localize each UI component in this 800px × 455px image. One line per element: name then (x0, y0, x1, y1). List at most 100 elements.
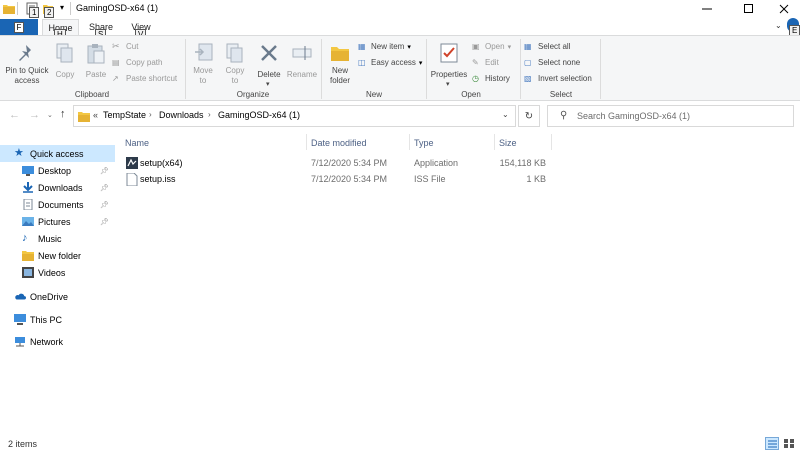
sidebar-item-pictures[interactable]: Pictures 📌︎ (0, 213, 115, 230)
cut-label: Cut (126, 42, 139, 51)
minimize-button[interactable] (691, 0, 723, 18)
sidebar-item-desktop[interactable]: Desktop 📌︎ (0, 162, 115, 179)
pin-icon[interactable]: 📌︎ (100, 218, 109, 226)
select-group-label: Select (549, 90, 573, 99)
large-icons-view-button[interactable] (782, 437, 796, 450)
pictures-icon (22, 217, 34, 226)
invert-selection-button[interactable]: ▧ Invert selection (524, 72, 600, 85)
delete-button[interactable]: Delete ▾ (252, 40, 286, 88)
column-header-type[interactable]: Type (414, 138, 434, 148)
table-row[interactable]: setup.iss 7/12/2020 5:34 PM ISS File 1 K… (120, 172, 552, 188)
file-size: 1 KB (526, 174, 546, 184)
easy-access-button[interactable]: ◫ Easy access ▾ (358, 56, 424, 69)
pin-icon[interactable]: 📌︎ (100, 184, 109, 192)
quick-access-toolbar-dropdown-icon[interactable]: ▾ (60, 3, 64, 12)
sidebar-item-label: OneDrive (30, 291, 69, 302)
properties-dropdown-chevron-icon[interactable]: ▾ (446, 80, 450, 88)
new-folder-label-2: folder (329, 76, 350, 85)
breadcrumb-current-folder[interactable]: GamingOSD-x64 (1) (218, 110, 300, 120)
new-folder-button[interactable]: New folder (324, 40, 356, 88)
folder-icon (22, 251, 34, 261)
easy-access-icon: ◫ (358, 58, 366, 67)
table-row[interactable]: setup(x64) 7/12/2020 5:34 PM Application… (120, 156, 552, 172)
pin-icon[interactable]: 📌︎ (100, 201, 109, 209)
sidebar-item-downloads[interactable]: Downloads 📌︎ (0, 179, 115, 196)
select-none-button[interactable]: ▢ Select none (524, 56, 600, 69)
open-button[interactable]: ▣ Open ▾ (472, 40, 522, 53)
sidebar-item-onedrive[interactable]: OneDrive (0, 288, 115, 305)
music-icon: ♪ (22, 232, 28, 244)
sidebar-item-new-folder[interactable]: New folder (0, 247, 115, 264)
sidebar-item-documents[interactable]: Documents 📌︎ (0, 196, 115, 213)
tab-file[interactable]: F (0, 19, 38, 35)
copy-to-button[interactable]: Copy to (220, 40, 250, 88)
sidebar-item-quick-access[interactable]: ★ Quick access (0, 145, 115, 162)
back-arrow-icon[interactable]: ← (9, 109, 20, 121)
minimize-icon (702, 8, 712, 10)
column-header-date-modified[interactable]: Date modified (311, 138, 367, 148)
breadcrumb-tempstate[interactable]: TempState (103, 110, 146, 120)
new-group-label: New (365, 90, 382, 99)
recent-locations-chevron-icon[interactable]: ⌄ (47, 111, 53, 119)
column-header-size[interactable]: Size (499, 138, 517, 148)
keytip-file: F (13, 21, 25, 33)
network-icon (15, 337, 25, 347)
delete-label: Delete (257, 70, 281, 79)
sidebar-item-label: Documents (38, 199, 84, 210)
address-history-chevron-icon[interactable]: ⌄ (502, 110, 509, 119)
select-all-button[interactable]: ▦ Select all (524, 40, 600, 53)
column-divider[interactable] (306, 134, 307, 150)
move-to-button[interactable]: Move to (188, 40, 218, 88)
pin-icon[interactable]: 📌︎ (100, 167, 109, 175)
forward-arrow-icon[interactable]: → (29, 109, 40, 121)
pin-to-quick-access-label-2: access (14, 76, 40, 85)
properties-button[interactable]: Properties ▾ (428, 40, 470, 88)
sidebar-item-this-pc[interactable]: This PC (0, 311, 115, 328)
paste-button[interactable]: Paste (82, 40, 110, 88)
paste-icon (87, 44, 105, 64)
search-box[interactable]: ⚲ Search GamingOSD-x64 (1) (547, 105, 794, 127)
move-to-label-2: to (199, 76, 207, 85)
rename-button[interactable]: Rename (286, 40, 318, 88)
paste-shortcut-icon: ↗ (112, 74, 119, 83)
address-bar[interactable]: « TempState › Downloads › GamingOSD-x64 … (73, 105, 516, 127)
open-dropdown-chevron-icon: ▾ (507, 43, 512, 51)
item-count: 2 items (8, 439, 38, 449)
column-divider[interactable] (551, 134, 552, 150)
copy-button[interactable]: Copy (52, 40, 78, 88)
sidebar-item-music[interactable]: ♪ Music (0, 230, 115, 247)
cut-button[interactable]: ✂ Cut (112, 40, 182, 53)
easy-access-label: Easy access (371, 58, 416, 67)
column-divider[interactable] (494, 134, 495, 150)
breadcrumb-separator-icon[interactable]: › (149, 110, 152, 119)
delete-dropdown-chevron-icon[interactable]: ▾ (266, 80, 270, 88)
column-header-name[interactable]: Name (125, 138, 149, 148)
breadcrumb-downloads[interactable]: Downloads (159, 110, 204, 120)
copy-path-button[interactable]: ▤ Copy path (112, 56, 182, 69)
column-divider[interactable] (409, 134, 410, 150)
rename-label: Rename (286, 70, 318, 79)
copy-label: Copy (55, 70, 75, 79)
new-item-button[interactable]: ▦ New item ▾ (358, 40, 424, 53)
breadcrumb-separator-icon[interactable]: › (208, 110, 211, 119)
pin-to-quick-access-button[interactable]: Pin to Quick access (2, 40, 50, 88)
details-view-button[interactable] (765, 437, 779, 450)
paste-shortcut-button[interactable]: ↗ Paste shortcut (112, 72, 182, 85)
scissors-icon: ✂ (112, 41, 120, 51)
move-to-label-1: Move (193, 66, 213, 75)
address-overflow-prefix: « (93, 110, 99, 120)
sidebar-item-network[interactable]: Network (0, 333, 115, 350)
sidebar-item-videos[interactable]: Videos (0, 264, 115, 281)
copy-icon (56, 43, 73, 63)
edit-button[interactable]: ✎ Edit (472, 56, 522, 69)
ribbon-collapse-chevron-icon[interactable]: ⌄ (775, 21, 782, 30)
refresh-button[interactable]: ↻ (518, 105, 540, 127)
close-button[interactable] (768, 0, 800, 18)
file-explorer-window: 1 2 ▾ GamingOSD-x64 (1) F Home H Share S… (0, 0, 800, 455)
keytip-qa1: 1 (29, 7, 40, 18)
maximize-button[interactable] (733, 0, 765, 18)
up-arrow-icon[interactable]: ↑ (60, 108, 66, 120)
move-to-icon (195, 43, 213, 61)
properties-icon (440, 43, 458, 63)
history-button[interactable]: ◷ History (472, 72, 522, 85)
